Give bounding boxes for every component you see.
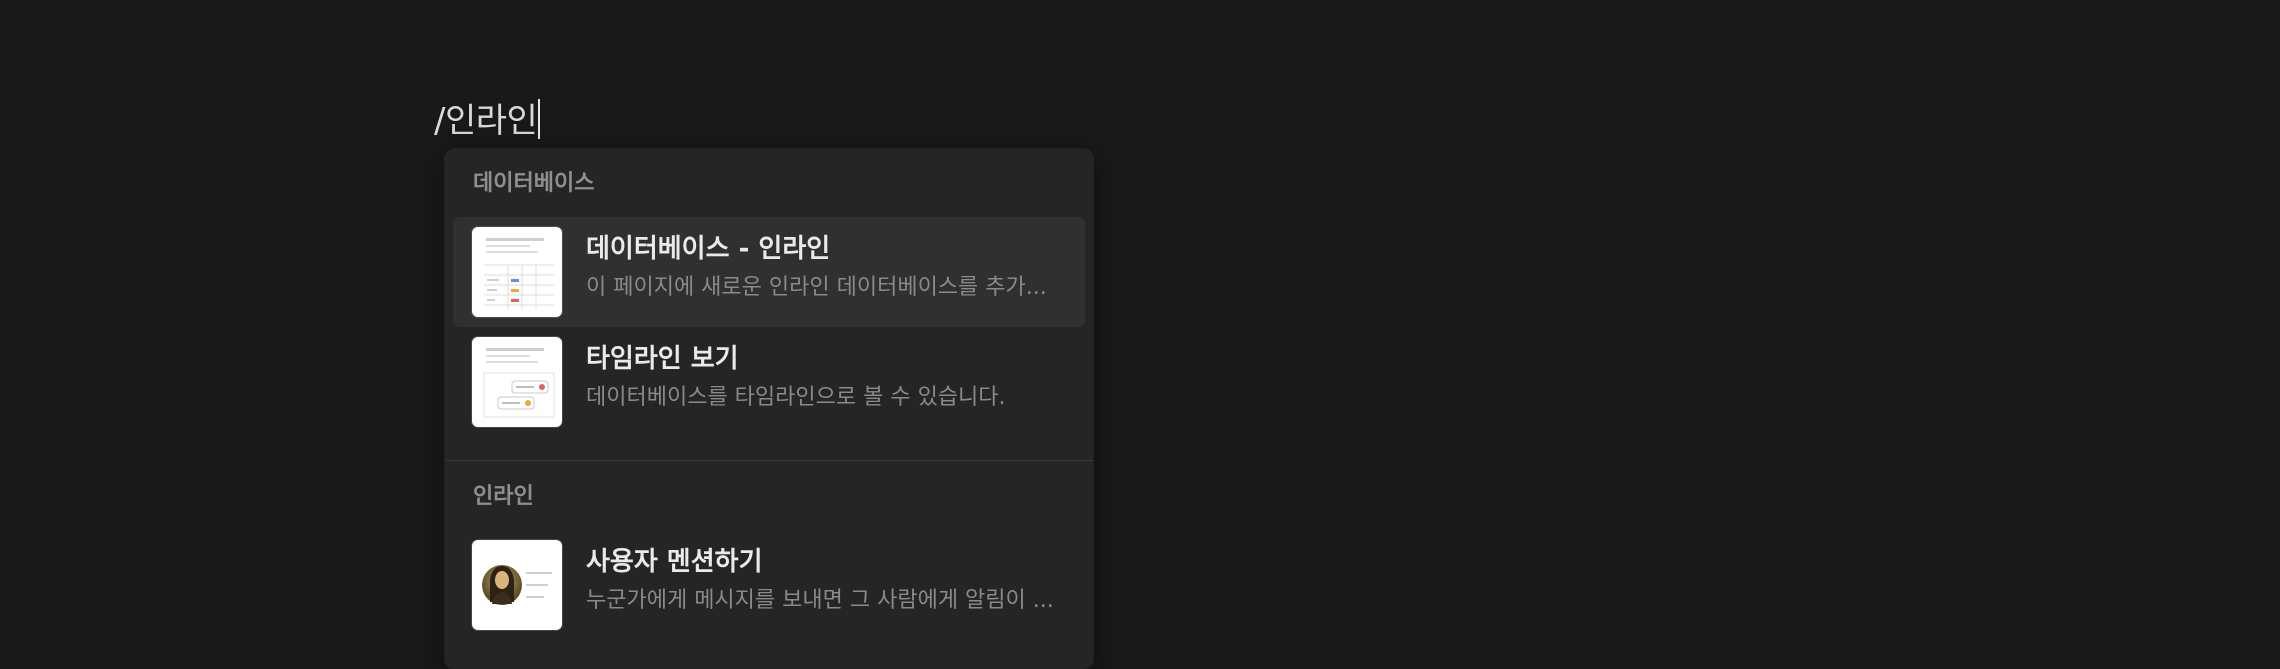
menu-item-description: 이 페이지에 새로운 인라인 데이터베이스를 추가... — [586, 275, 1047, 300]
slash-command-menu: 데이터베이스 데이터베이스 - 인라인 이 페이지에 새로운 인라인 데이터베이… — [445, 149, 1093, 669]
menu-item-title: 데이터베이스 - 인라인 — [586, 234, 831, 264]
menu-item-description: 누군가에게 메시지를 보내면 그 사람에게 알림이 ... — [586, 588, 1054, 613]
menu-item-description: 데이터베이스를 타임라인으로 볼 수 있습니다. — [586, 385, 1006, 410]
command-input-text: /인라인 — [434, 101, 538, 141]
menu-item-title: 타임라인 보기 — [586, 344, 739, 374]
timeline-preview-icon — [472, 337, 562, 427]
section-divider — [445, 460, 1093, 461]
section-title-database: 데이터베이스 — [473, 171, 595, 196]
menu-item-mention-user[interactable]: 사용자 멘션하기 누군가에게 메시지를 보내면 그 사람에게 알림이 ... — [453, 530, 1085, 640]
mention-preview-icon — [472, 540, 562, 630]
table-preview-icon — [472, 227, 562, 317]
menu-item-timeline-view[interactable]: 타임라인 보기 데이터베이스를 타임라인으로 볼 수 있습니다. — [453, 327, 1085, 437]
section-title-inline: 인라인 — [473, 484, 534, 509]
menu-item-inline-database[interactable]: 데이터베이스 - 인라인 이 페이지에 새로운 인라인 데이터베이스를 추가..… — [453, 217, 1085, 327]
command-input[interactable]: /인라인 — [434, 96, 541, 146]
text-cursor — [538, 99, 541, 139]
menu-item-title: 사용자 멘션하기 — [586, 547, 763, 577]
